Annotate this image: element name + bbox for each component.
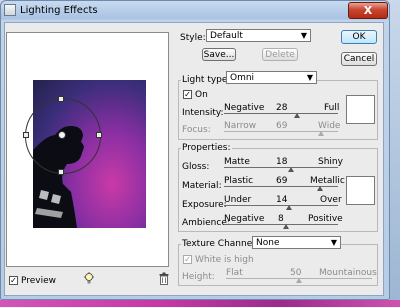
light-type-dropdown[interactable]: Omni ▼ bbox=[226, 71, 317, 84]
focus-slider-thumb[interactable] bbox=[317, 131, 324, 136]
light-handle-left[interactable] bbox=[23, 132, 29, 138]
gloss-min-label: Matte bbox=[224, 157, 250, 167]
height-min-label: Flat bbox=[226, 268, 243, 278]
height-label: Height: bbox=[182, 272, 215, 282]
gloss-label: Gloss: bbox=[182, 162, 210, 172]
light-on-label: On bbox=[195, 90, 208, 100]
white-is-high-checkbox[interactable]: ✓ bbox=[183, 255, 192, 264]
ok-button[interactable]: OK bbox=[341, 30, 377, 44]
window-icon bbox=[4, 4, 16, 16]
exposure-label: Exposure: bbox=[182, 200, 227, 210]
exposure-slider-track[interactable] bbox=[224, 205, 338, 206]
close-button[interactable]: X bbox=[348, 2, 388, 19]
save-button[interactable]: Save... bbox=[202, 48, 236, 61]
background-desktop-bottom bbox=[0, 300, 400, 307]
ambience-label: Ambience: bbox=[182, 218, 230, 228]
chevron-down-icon: ▼ bbox=[330, 238, 337, 247]
focus-max-label: Wide bbox=[318, 121, 341, 131]
material-value: 69 bbox=[276, 176, 288, 186]
delete-button[interactable]: Delete bbox=[262, 48, 298, 61]
light-on-checkbox[interactable]: ✓ bbox=[183, 90, 192, 99]
ambience-min-label: Negative bbox=[224, 214, 265, 224]
light-color-swatch[interactable] bbox=[346, 95, 375, 124]
preview-checkbox[interactable]: ✓ bbox=[9, 276, 18, 285]
intensity-label: Intensity: bbox=[182, 108, 224, 118]
gloss-value: 18 bbox=[276, 157, 288, 167]
material-label: Material: bbox=[182, 181, 222, 191]
title-bar: Lighting Effects bbox=[4, 2, 98, 18]
light-handle-right[interactable] bbox=[96, 132, 102, 138]
background-desktop-right bbox=[390, 0, 400, 300]
light-center-handle[interactable] bbox=[58, 131, 66, 139]
gloss-max-label: Shiny bbox=[318, 157, 343, 167]
exposure-min-label: Under bbox=[224, 195, 252, 205]
ambience-value: 8 bbox=[278, 214, 284, 224]
style-label: Style: bbox=[180, 33, 206, 43]
light-handle-top[interactable] bbox=[58, 96, 64, 102]
ambience-slider-thumb[interactable] bbox=[282, 224, 289, 229]
focus-value: 69 bbox=[276, 121, 288, 131]
intensity-value: 28 bbox=[276, 103, 288, 113]
texture-channel-dropdown[interactable]: None ▼ bbox=[252, 236, 341, 249]
exposure-slider-thumb[interactable] bbox=[285, 205, 292, 210]
ambience-max-label: Positive bbox=[308, 214, 343, 224]
exposure-value: 14 bbox=[276, 195, 288, 205]
light-type-label: Light type: bbox=[181, 75, 232, 85]
intensity-max-label: Full bbox=[324, 103, 340, 113]
height-value: 50 bbox=[290, 268, 302, 278]
white-is-high-label: White is high bbox=[195, 255, 254, 265]
texture-channel-label: Texture Channel: bbox=[181, 239, 259, 249]
chevron-down-icon: ▼ bbox=[306, 73, 313, 82]
gloss-slider-track[interactable] bbox=[224, 167, 338, 168]
style-dropdown[interactable]: Default ▼ bbox=[206, 29, 311, 42]
gloss-slider-thumb[interactable] bbox=[288, 167, 295, 172]
focus-min-label: Narrow bbox=[224, 121, 257, 131]
chevron-down-icon: ▼ bbox=[300, 31, 307, 40]
preview-label: Preview bbox=[21, 276, 57, 286]
light-bulb-icon[interactable] bbox=[83, 272, 95, 286]
material-min-label: Plastic bbox=[224, 176, 254, 186]
intensity-slider-thumb[interactable] bbox=[293, 113, 300, 118]
intensity-min-label: Negative bbox=[224, 103, 265, 113]
properties-label: Properties: bbox=[181, 143, 232, 153]
light-handle-bottom[interactable] bbox=[58, 169, 64, 175]
light-type-value: Omni bbox=[230, 72, 255, 83]
trash-icon[interactable] bbox=[159, 272, 169, 285]
intensity-slider-track[interactable] bbox=[224, 113, 338, 114]
exposure-max-label: Over bbox=[320, 195, 342, 205]
material-slider-thumb[interactable] bbox=[316, 186, 323, 191]
focus-label: Focus: bbox=[182, 125, 211, 135]
texture-channel-value: None bbox=[256, 237, 280, 248]
height-slider-thumb[interactable] bbox=[296, 278, 302, 283]
style-value: Default bbox=[210, 30, 243, 41]
material-max-label: Metallic bbox=[310, 176, 345, 186]
ambience-color-swatch[interactable] bbox=[346, 176, 375, 205]
ambience-slider-track[interactable] bbox=[224, 224, 338, 225]
cancel-button[interactable]: Cancel bbox=[341, 52, 377, 66]
height-max-label: Mountainous bbox=[319, 268, 377, 278]
window-title: Lighting Effects bbox=[20, 4, 98, 16]
